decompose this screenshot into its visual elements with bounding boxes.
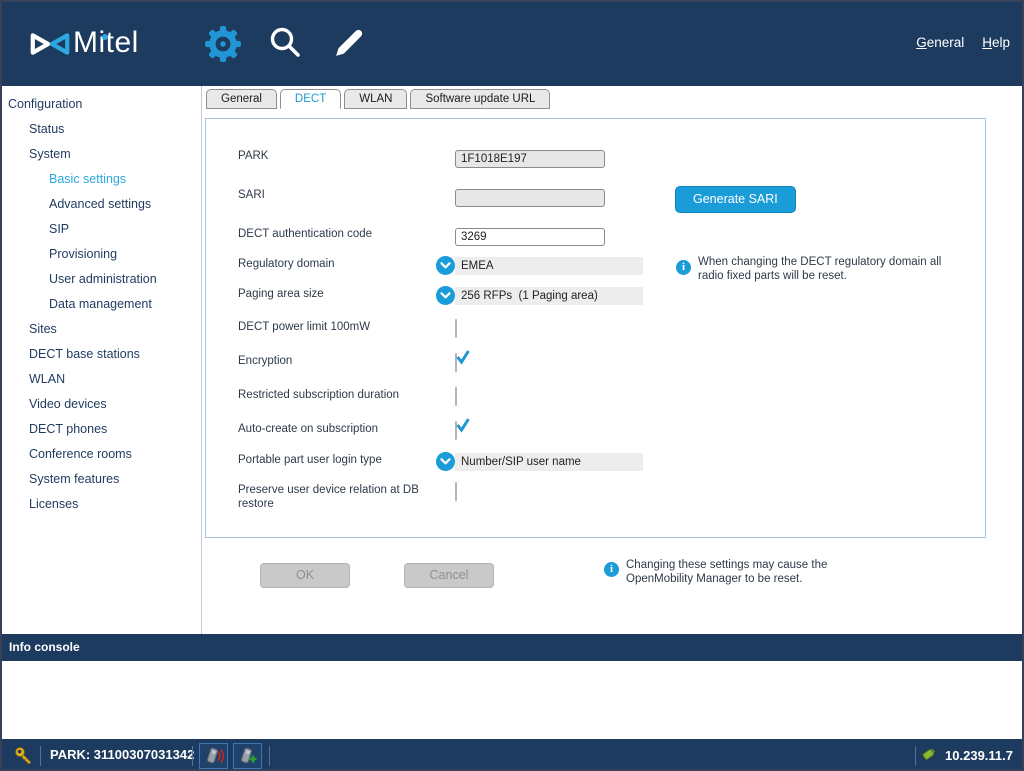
statusbar-divider xyxy=(192,746,193,766)
sidebar-item-user-administration[interactable]: User administration xyxy=(2,267,201,292)
form-row-restricted-subscription: Restricted subscription duration xyxy=(206,388,985,408)
tab-software-update-url[interactable]: Software update URL xyxy=(410,89,550,109)
header-bar: Mitel xyxy=(2,2,1022,86)
network-connection-icon xyxy=(921,745,939,766)
sidebar-item-status[interactable]: Status xyxy=(2,117,201,142)
generate-sari-button[interactable]: Generate SARI xyxy=(675,186,796,213)
sidebar-item-licenses[interactable]: Licenses xyxy=(2,492,201,517)
omm-ip-address: 10.239.11.7 xyxy=(945,748,1013,763)
gear-icon[interactable] xyxy=(205,26,241,67)
info-icon xyxy=(676,260,691,275)
park-status-text: PARK: 31100307031342 xyxy=(50,739,194,771)
sidebar-item-system[interactable]: System xyxy=(2,142,201,167)
login-type-label: Portable part user login type xyxy=(238,454,450,468)
sidebar-item-dect-phones[interactable]: DECT phones xyxy=(2,417,201,442)
sidebar-item-basic-settings[interactable]: Basic settings xyxy=(2,167,201,192)
form-row-encryption: Encryption xyxy=(206,354,985,374)
park-input xyxy=(455,150,605,168)
dect-auto-create-icon-button[interactable] xyxy=(233,743,262,769)
tab-general[interactable]: General xyxy=(206,89,277,109)
form-row-login-type: Portable part user login type Number/SIP… xyxy=(206,453,985,473)
search-icon[interactable] xyxy=(266,24,304,67)
restricted-subscription-checkbox[interactable] xyxy=(455,387,457,406)
info-console-bar: Info console xyxy=(2,634,1022,661)
preserve-relation-checkbox[interactable] xyxy=(455,482,457,501)
park-label: PARK xyxy=(238,150,450,164)
sidebar-item-wlan[interactable]: WLAN xyxy=(2,367,201,392)
menu-general[interactable]: General xyxy=(916,35,964,50)
ok-button[interactable]: OK xyxy=(260,563,350,588)
chevron-down-icon[interactable] xyxy=(436,256,455,275)
encryption-checkbox[interactable] xyxy=(455,353,457,372)
sidebar-item-configuration[interactable]: Configuration xyxy=(2,92,201,117)
info-console-body xyxy=(2,661,1022,739)
settings-tabs: General DECT WLAN Software update URL xyxy=(206,89,550,109)
form-row-park: PARK xyxy=(206,149,985,169)
tab-wlan[interactable]: WLAN xyxy=(344,89,407,109)
main-content: General DECT WLAN Software update URL PA… xyxy=(203,86,1022,634)
sidebar-item-video-devices[interactable]: Video devices xyxy=(2,392,201,417)
omm-window: Mitel xyxy=(0,0,1024,771)
form-row-auto-create: Auto-create on subscription xyxy=(206,422,985,442)
form-row-auth-code: DECT authentication code xyxy=(206,227,985,247)
regulatory-domain-value: EMEA xyxy=(455,257,643,275)
encryption-label: Encryption xyxy=(238,355,450,369)
cancel-button[interactable]: Cancel xyxy=(404,563,494,588)
preserve-relation-label: Preserve user device relation at DB rest… xyxy=(238,484,450,511)
regulatory-domain-label: Regulatory domain xyxy=(238,258,450,272)
sari-label: SARI xyxy=(238,189,450,203)
form-row-sari: SARI xyxy=(206,188,985,208)
mitel-logo-icon xyxy=(28,29,72,64)
key-icon xyxy=(14,746,34,771)
auth-code-input[interactable] xyxy=(455,228,605,246)
power-limit-checkbox[interactable] xyxy=(455,319,457,338)
dect-subscription-icon-button[interactable] xyxy=(199,743,228,769)
auth-code-label: DECT authentication code xyxy=(238,228,450,242)
dect-settings-panel: PARK SARI Generate SARI DECT authenticat… xyxy=(205,118,986,538)
restricted-subscription-label: Restricted subscription duration xyxy=(238,389,450,403)
brand-title: Mitel xyxy=(73,26,139,60)
login-type-value: Number/SIP user name xyxy=(455,453,643,471)
sidebar-item-system-features[interactable]: System features xyxy=(2,467,201,492)
header-menu: General Help xyxy=(916,35,1010,50)
statusbar-divider xyxy=(40,746,41,766)
navigation-sidebar: Configuration Status System Basic settin… xyxy=(2,86,202,634)
sidebar-item-advanced-settings[interactable]: Advanced settings xyxy=(2,192,201,217)
settings-reset-note-text: Changing these settings may cause the Op… xyxy=(626,558,858,586)
sidebar-item-conference-rooms[interactable]: Conference rooms xyxy=(2,442,201,467)
info-console-title: Info console xyxy=(2,634,1022,661)
sari-input xyxy=(455,189,605,207)
sidebar-item-dect-base-stations[interactable]: DECT base stations xyxy=(2,342,201,367)
edit-pencil-icon[interactable] xyxy=(332,27,365,65)
status-bar: PARK: 31100307031342 xyxy=(2,739,1022,769)
sidebar-item-sites[interactable]: Sites xyxy=(2,317,201,342)
form-row-paging-area-size: Paging area size 256 RFPs (1 Paging area… xyxy=(206,287,985,307)
statusbar-divider xyxy=(915,746,916,766)
sidebar-item-data-management[interactable]: Data management xyxy=(2,292,201,317)
sidebar-item-sip[interactable]: SIP xyxy=(2,217,201,242)
info-icon xyxy=(604,562,619,577)
brand-i-dot xyxy=(102,34,108,40)
sidebar-item-provisioning[interactable]: Provisioning xyxy=(2,242,201,267)
tab-dect[interactable]: DECT xyxy=(280,89,341,109)
chevron-down-icon[interactable] xyxy=(436,452,455,471)
auto-create-label: Auto-create on subscription xyxy=(238,423,450,437)
settings-reset-note: Changing these settings may cause the Op… xyxy=(604,558,866,586)
paging-area-size-label: Paging area size xyxy=(238,288,450,302)
regulatory-domain-note-text: When changing the DECT regulatory domain… xyxy=(698,255,966,283)
chevron-down-icon[interactable] xyxy=(436,286,455,305)
paging-area-size-value: 256 RFPs (1 Paging area) xyxy=(455,287,643,305)
auto-create-checkbox[interactable] xyxy=(455,421,457,440)
statusbar-divider xyxy=(269,746,270,766)
form-row-preserve-relation: Preserve user device relation at DB rest… xyxy=(206,483,985,503)
menu-help[interactable]: Help xyxy=(982,35,1010,50)
form-row-power-limit: DECT power limit 100mW xyxy=(206,320,985,340)
power-limit-label: DECT power limit 100mW xyxy=(238,321,450,335)
regulatory-domain-note: When changing the DECT regulatory domain… xyxy=(676,255,976,283)
